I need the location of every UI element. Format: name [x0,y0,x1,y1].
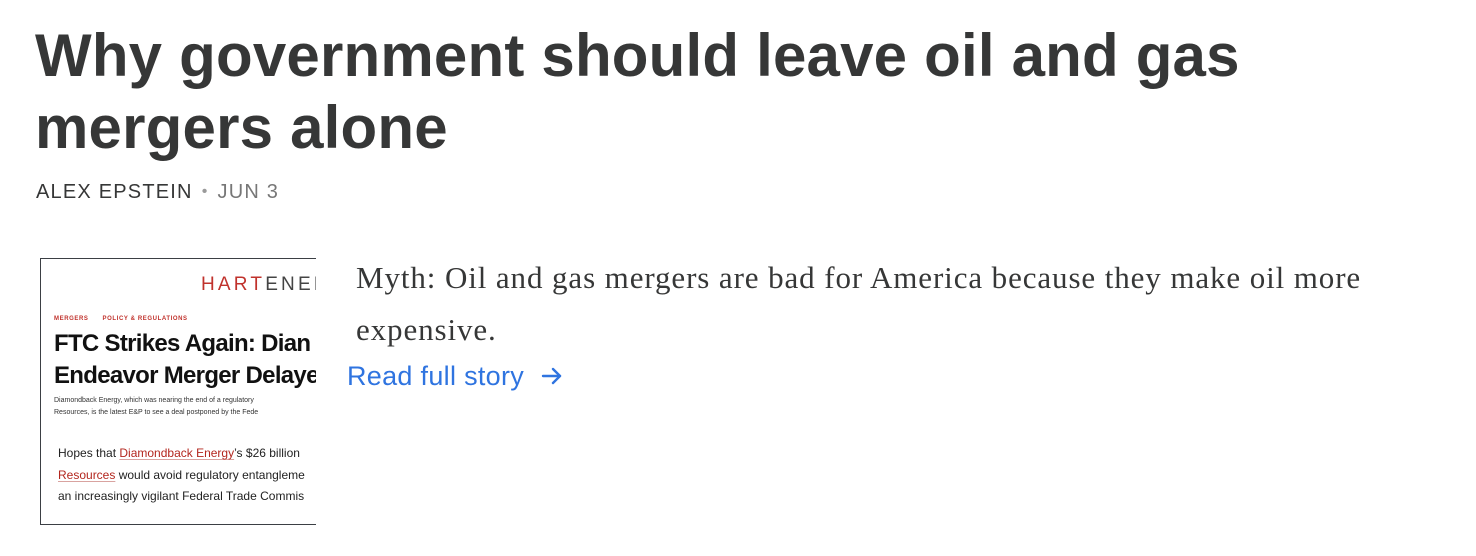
post-title[interactable]: Why government should leave oil and gas … [35,20,1335,164]
post-summary: Myth: Oil and gas mergers are bad for Am… [356,260,1362,347]
thumbnail-tag: POLICY & REGULATIONS [102,316,188,322]
thumbnail-brand-logo: HARTENER [201,274,316,295]
meta-separator: • [201,183,209,200]
thumbnail-excerpt-link: Diamondback Energy [119,446,235,460]
arrow-right-icon [540,364,564,388]
read-full-story-label: Read full story [347,360,525,391]
thumbnail-tag: MERGERS [54,316,89,322]
thumbnail-tags: MERGERS POLICY & REGULATIONS [54,316,188,322]
post-meta: ALEX EPSTEIN • JUN 3 [36,178,279,206]
post-date: JUN 3 [217,180,280,203]
thumbnail-dek: Diamondback Energy, which was nearing th… [54,397,259,416]
thumbnail-headline: FTC Strikes Again: Dian Endeavor Merger … [54,330,316,389]
thumbnail-excerpt-link: Resources [58,467,116,482]
author-name[interactable]: ALEX EPSTEIN [36,181,193,204]
read-full-story-link[interactable]: Read full story [347,356,564,396]
thumbnail-excerpt: Hopes that Diamondback Energy’s $26 bill… [58,446,305,503]
post-thumbnail[interactable]: HARTENER MERGERS POLICY & REGULATIONS FTC… [40,258,316,525]
